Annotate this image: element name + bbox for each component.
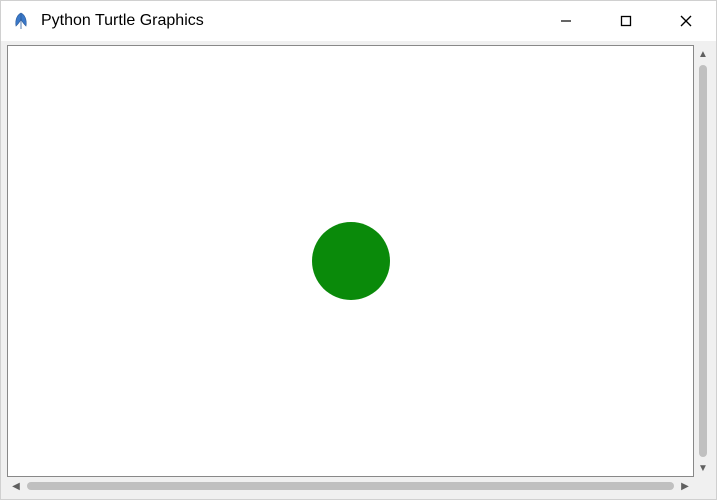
minimize-button[interactable] <box>536 1 596 41</box>
feather-icon <box>11 11 31 31</box>
window-title: Python Turtle Graphics <box>41 12 536 30</box>
scroll-right-icon[interactable]: ▶ <box>676 477 694 495</box>
canvas-frame <box>7 45 694 477</box>
horizontal-scroll-track[interactable] <box>27 479 674 493</box>
maximize-button[interactable] <box>596 1 656 41</box>
scroll-left-icon[interactable]: ◀ <box>7 477 25 495</box>
turtle-canvas[interactable] <box>8 46 693 476</box>
window-controls <box>536 1 716 41</box>
vertical-scroll-track[interactable] <box>696 65 710 457</box>
client-area: ▲ ▼ ◀ ▶ <box>1 41 716 499</box>
scroll-up-icon[interactable]: ▲ <box>694 45 712 63</box>
vertical-scroll-thumb[interactable] <box>699 65 707 457</box>
vertical-scrollbar[interactable]: ▲ ▼ <box>694 45 712 477</box>
drawn-circle <box>312 222 390 300</box>
close-button[interactable] <box>656 1 716 41</box>
horizontal-scrollbar[interactable]: ◀ ▶ <box>7 477 694 495</box>
window: Python Turtle Graphics ▲ ▼ <box>0 0 717 500</box>
titlebar[interactable]: Python Turtle Graphics <box>1 1 716 41</box>
scroll-down-icon[interactable]: ▼ <box>694 459 712 477</box>
horizontal-scroll-thumb[interactable] <box>27 482 674 490</box>
